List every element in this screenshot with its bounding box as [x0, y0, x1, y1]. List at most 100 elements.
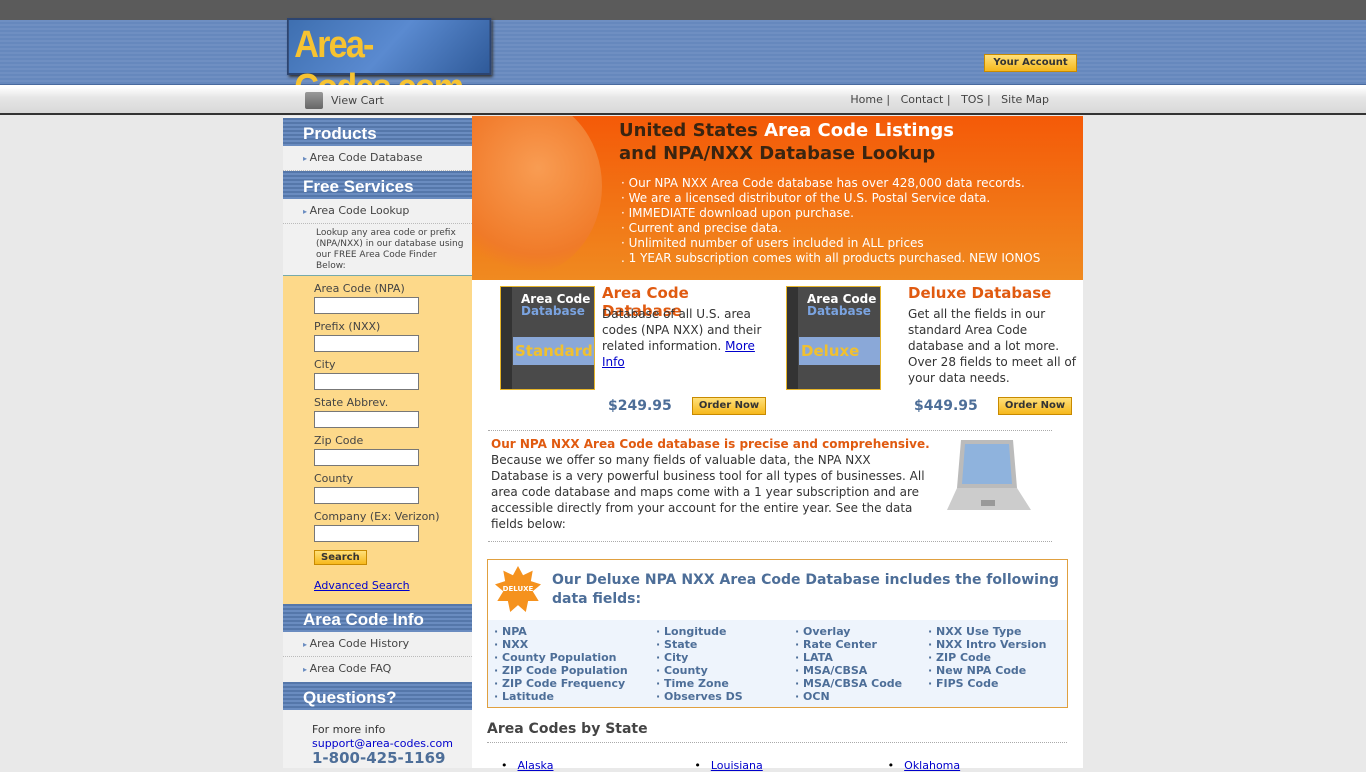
banner-bullet: . 1 YEAR subscription comes with all pro…	[621, 251, 1041, 265]
field-item: NXX	[494, 638, 656, 651]
nav-contact[interactable]: Contact	[901, 93, 944, 106]
field-item: Overlay	[795, 625, 928, 638]
field-item: New NPA Code	[928, 664, 1047, 677]
product-description: Get all the fields in our standard Area …	[908, 307, 1076, 385]
states-list: Alaska Louisiana Oklahoma	[487, 759, 1067, 772]
field-item: ZIP Code	[928, 651, 1047, 664]
city-label: City	[314, 358, 336, 371]
products-heading: Products	[283, 118, 472, 146]
hero-banner: United States Area Code Listings and NPA/…	[472, 116, 1083, 280]
fields-column: OverlayRate CenterLATAMSA/CBSAMSA/CBSA C…	[795, 625, 928, 707]
banner-bullet: · Our NPA NXX Area Code database has ove…	[621, 176, 1025, 190]
product-title[interactable]: Deluxe Database	[908, 284, 1051, 302]
zip-input[interactable]	[314, 449, 419, 466]
cart-icon	[305, 92, 323, 109]
laptop-image	[947, 440, 1031, 510]
county-label: County	[314, 472, 354, 485]
fields-column: NPANXXCounty PopulationZIP Code Populati…	[494, 625, 656, 707]
field-item: Latitude	[494, 690, 656, 703]
field-item: MSA/CBSA Code	[795, 677, 928, 690]
banner-bullet: · Unlimited number of users included in …	[621, 236, 924, 250]
field-item: Longitude	[656, 625, 795, 638]
field-item: OCN	[795, 690, 928, 703]
company-label: Company (Ex: Verizon)	[314, 510, 440, 523]
sidebar-item-area-code-lookup[interactable]: Area Code Lookup	[283, 199, 472, 224]
top-bar	[0, 0, 1366, 20]
sidebar-item-area-code-faq[interactable]: Area Code FAQ	[283, 657, 472, 682]
field-item: NPA	[494, 625, 656, 638]
page-content: Products Area Code Database Free Service…	[283, 116, 1083, 772]
nav-tos[interactable]: TOS	[961, 93, 983, 106]
divider	[488, 430, 1052, 431]
search-button[interactable]: Search	[314, 550, 367, 565]
order-now-button[interactable]: Order Now	[998, 397, 1072, 415]
standard-box-image[interactable]: Area Code Database Standard	[500, 286, 595, 390]
field-item: Rate Center	[795, 638, 928, 651]
zip-label: Zip Code	[314, 434, 364, 447]
main-content: United States Area Code Listings and NPA/…	[472, 116, 1083, 772]
nxx-input[interactable]	[314, 335, 419, 352]
free-services-heading: Free Services	[283, 171, 472, 199]
state-link-oklahoma[interactable]: Oklahoma	[874, 759, 1067, 772]
your-account-button[interactable]: Your Account	[984, 54, 1077, 72]
box-edition: Standard	[513, 337, 594, 365]
company-input[interactable]	[314, 525, 419, 542]
deluxe-badge-icon: DELUXE	[495, 566, 541, 612]
title-highlight: Area Code Listings	[764, 120, 954, 141]
field-item: NXX Intro Version	[928, 638, 1047, 651]
state-input[interactable]	[314, 411, 419, 428]
nxx-label: Prefix (NXX)	[314, 320, 381, 333]
banner-bullet: · We are a licensed distributor of the U…	[621, 191, 991, 205]
divider	[488, 541, 1052, 542]
state-link-louisiana[interactable]: Louisiana	[680, 759, 873, 772]
state-link-alaska[interactable]: Alaska	[487, 759, 680, 772]
precise-body: Because we offer so many fields of valua…	[491, 453, 925, 531]
field-item: ZIP Code Population	[494, 664, 656, 677]
state-label: State Abbrev.	[314, 396, 389, 409]
sidebar-item-area-code-history[interactable]: Area Code History	[283, 632, 472, 657]
order-now-button[interactable]: Order Now	[692, 397, 766, 415]
title-part: United States	[619, 120, 765, 141]
field-item: City	[656, 651, 795, 664]
banner-title: United States Area Code Listings and NPA/…	[619, 119, 954, 165]
top-links: Home | Contact | TOS | Site Map	[850, 93, 1049, 106]
advanced-search-link[interactable]: Advanced Search	[314, 579, 472, 592]
globe-image	[472, 116, 602, 276]
fields-title: Our Deluxe NPA NXX Area Code Database in…	[552, 572, 1059, 607]
product-price: $249.95	[608, 398, 672, 414]
nav-home[interactable]: Home	[850, 93, 882, 106]
fields-column: LongitudeStateCityCountyTime ZoneObserve…	[656, 625, 795, 707]
product-price: $449.95	[914, 398, 978, 414]
sidebar-item-area-code-database[interactable]: Area Code Database	[283, 146, 472, 171]
field-item: Observes DS	[656, 690, 795, 703]
banner-bullets: · Our NPA NXX Area Code database has ove…	[621, 176, 1040, 266]
view-cart-link[interactable]: View Cart	[305, 92, 384, 109]
precise-section: Our NPA NXX Area Code database is precis…	[491, 436, 931, 532]
field-item: NXX Use Type	[928, 625, 1047, 638]
field-item: Time Zone	[656, 677, 795, 690]
county-input[interactable]	[314, 487, 419, 504]
lookup-description: Lookup any area code or prefix (NPA/NXX)…	[283, 224, 472, 276]
divider	[487, 742, 1067, 743]
field-item: FIPS Code	[928, 677, 1047, 690]
deluxe-box-image[interactable]: Area Code Database Deluxe	[786, 286, 881, 390]
lookup-form: Area Code (NPA) Prefix (NXX) City State …	[283, 276, 472, 604]
city-input[interactable]	[314, 373, 419, 390]
precise-title: Our NPA NXX Area Code database is precis…	[491, 437, 930, 451]
product-description: Database of all U.S. area codes (NPA NXX…	[602, 306, 772, 370]
contact-info: For more info support@area-codes.com 1-8…	[283, 710, 472, 767]
more-info-text: For more info	[312, 723, 386, 736]
title-part: and NPA/NXX Database Lookup	[619, 143, 936, 164]
npa-input[interactable]	[314, 297, 419, 314]
field-item: County	[656, 664, 795, 677]
site-logo[interactable]: Area-Codes.com	[287, 18, 492, 109]
fields-grid: NPANXXCounty PopulationZIP Code Populati…	[488, 620, 1067, 707]
field-item: County Population	[494, 651, 656, 664]
field-item: LATA	[795, 651, 928, 664]
field-item: State	[656, 638, 795, 651]
banner-bullet: · Current and precise data.	[621, 221, 782, 235]
nav-site-map[interactable]: Site Map	[1001, 93, 1049, 106]
box-edition: Deluxe	[799, 337, 880, 365]
phone-number: 1-800-425-1169	[312, 749, 446, 767]
nav-bar: View Cart Home | Contact | TOS | Site Ma…	[0, 85, 1366, 115]
